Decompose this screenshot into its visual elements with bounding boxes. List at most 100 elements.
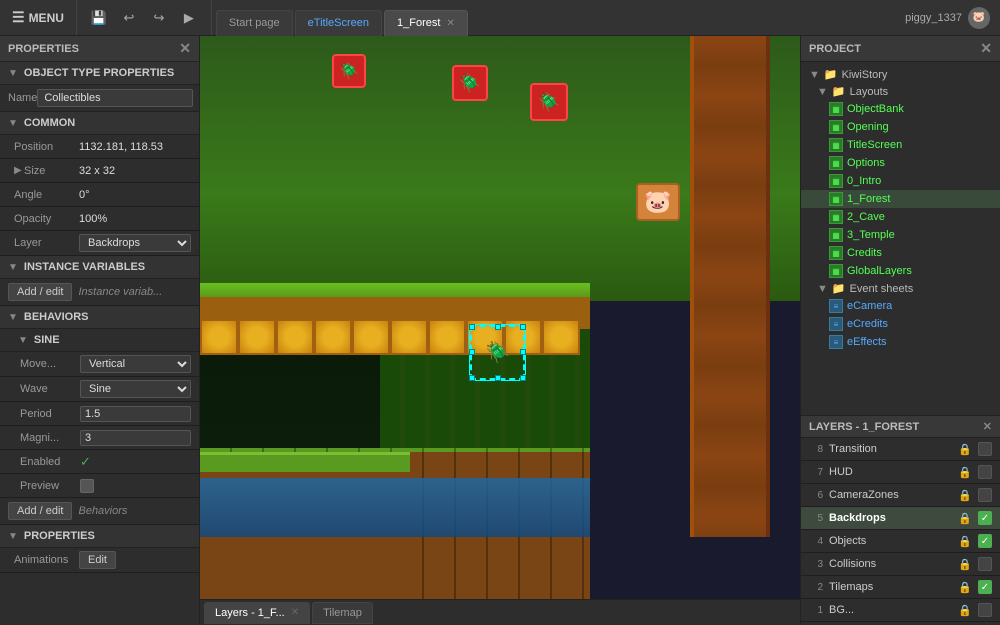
handle-tl[interactable] [469,324,475,330]
tree-eventsheets-folder[interactable]: ▼ 📁 Event sheets [801,280,1000,297]
layers-close[interactable]: ✕ [983,420,992,433]
period-label: Period [20,408,80,420]
tab-layers[interactable]: Layers - 1_F... ✕ [204,602,310,624]
game-view[interactable]: 🪲 🪲 🪲 🐷 🪲 Mouse: (1081.4, 149.5) [200,36,800,625]
tab-1forest[interactable]: 1_Forest ✕ [384,10,468,36]
event-label-ecredits: eCredits [847,318,888,330]
handle-bl[interactable] [469,375,475,381]
layer-row-2[interactable]: 2 Tilemaps 🔒 ✓ [801,576,1000,599]
behaviors-add-button[interactable]: Add / edit [8,502,72,520]
props-arrow: ▼ [8,531,18,542]
tree-layout-options[interactable]: ▦ Options [801,154,1000,172]
enabled-check[interactable]: ✓ [80,454,91,470]
layer-lock-2[interactable]: 🔒 [958,581,972,594]
tree-layout-objectbank[interactable]: ▦ ObjectBank [801,100,1000,118]
menu-button[interactable]: ☰ MENU [0,0,77,35]
section-common[interactable]: ▼ COMMON [0,112,199,135]
main-content: PROPERTIES ✕ ▼ OBJECT TYPE PROPERTIES Na… [0,36,1000,625]
tree-layout-globallayers[interactable]: ▦ GlobalLayers [801,262,1000,280]
period-row: Period [0,402,199,426]
root-folder-icon: 📁 [824,68,838,81]
layer-lock-8[interactable]: 🔒 [958,443,972,456]
tree-layouts-folder[interactable]: ▼ 📁 Layouts [801,83,1000,100]
handle-bc[interactable] [495,375,501,381]
wave-select[interactable]: Sine Triangle [80,380,191,398]
layer-vis-7[interactable] [978,465,992,479]
tab-etitlescreen[interactable]: eTitleScreen [295,10,382,36]
opacity-row: Opacity 100% [0,207,199,231]
layer-lock-4[interactable]: 🔒 [958,535,972,548]
tree-layout-0intro[interactable]: ▦ 0_Intro [801,172,1000,190]
tree-event-ecredits[interactable]: ≡ eCredits [801,315,1000,333]
section-instance[interactable]: ▼ INSTANCE VARIABLES [0,256,199,279]
preview-checkbox[interactable] [80,479,94,493]
layer-row-7[interactable]: 7 HUD 🔒 [801,461,1000,484]
layers-title: LAYERS - 1_FOREST [809,421,919,433]
section-properties-bottom[interactable]: ▼ PROPERTIES [0,525,199,548]
tab-layers-close[interactable]: ✕ [291,607,299,618]
layer-row: Layer Backdrops Objects [0,231,199,256]
bottom-tabs: Layers - 1_F... ✕ Tilemap [200,599,800,625]
tree-root[interactable]: ▼ 📁 KiwiStory [801,66,1000,83]
section-behaviors[interactable]: ▼ BEHAVIORS [0,306,199,329]
user-area: piggy_1337 🐷 [895,7,1000,29]
layer-row-6[interactable]: 6 CameraZones 🔒 [801,484,1000,507]
layer-lock-6[interactable]: 🔒 [958,489,972,502]
handle-br[interactable] [520,375,526,381]
section-sine[interactable]: ▼ SINE [0,329,199,352]
name-row: Name [0,85,199,112]
layer-select[interactable]: Backdrops Objects [79,234,191,252]
edit-button[interactable]: Edit [79,551,116,569]
properties-close[interactable]: ✕ [179,40,191,57]
layer-row-1[interactable]: 1 BG... 🔒 [801,599,1000,622]
section-object-type[interactable]: ▼ OBJECT TYPE PROPERTIES [0,62,199,85]
play-button[interactable]: ▶ [175,5,203,31]
layer-vis-5[interactable]: ✓ [978,511,992,525]
layer-vis-3[interactable] [978,557,992,571]
tree-layout-opening[interactable]: ▦ Opening [801,118,1000,136]
green-platform [200,452,410,472]
handle-tc[interactable] [495,324,501,330]
magni-input[interactable] [80,430,191,446]
tab-forest-close[interactable]: ✕ [446,18,454,29]
tab-start-page[interactable]: Start page [216,10,293,36]
layer-row-8[interactable]: 8 Transition 🔒 [801,438,1000,461]
tree-layout-credits[interactable]: ▦ Credits [801,244,1000,262]
layer-lock-3[interactable]: 🔒 [958,558,972,571]
tree-layout-titlescreen[interactable]: ▦ TitleScreen [801,136,1000,154]
layout-label-options: Options [847,157,885,169]
redo-button[interactable]: ↪ [145,5,173,31]
layer-vis-4[interactable]: ✓ [978,534,992,548]
period-input[interactable] [80,406,191,422]
layer-vis-6[interactable] [978,488,992,502]
tree-event-eeffects[interactable]: ≡ eEffects [801,333,1000,351]
layouts-arrow: ▼ [817,86,828,98]
undo-button[interactable]: ↩ [115,5,143,31]
save-button[interactable]: 💾 [85,5,113,31]
handle-ml[interactable] [469,349,475,355]
layer-lock-5[interactable]: 🔒 [958,512,972,525]
tree-layout-1forest[interactable]: ▦ 1_Forest [801,190,1000,208]
layer-row-4[interactable]: 4 Objects 🔒 ✓ [801,530,1000,553]
layer-row-3[interactable]: 3 Collisions 🔒 [801,553,1000,576]
layer-vis-2[interactable]: ✓ [978,580,992,594]
handle-tr[interactable] [520,324,526,330]
selected-object[interactable]: 🪲 [470,325,525,380]
magni-row: Magni... [0,426,199,450]
project-close[interactable]: ✕ [980,40,992,57]
handle-mr[interactable] [520,349,526,355]
layout-label-titlescreen: TitleScreen [847,139,902,151]
move-select[interactable]: Vertical Horizontal [80,355,191,373]
tab-tilemap[interactable]: Tilemap [312,602,373,624]
layer-row-5[interactable]: 5 Backdrops 🔒 ✓ [801,507,1000,530]
tree-layout-3temple[interactable]: ▦ 3_Temple [801,226,1000,244]
layer-vis-8[interactable] [978,442,992,456]
tree-event-ecamera[interactable]: ≡ eCamera [801,297,1000,315]
name-input[interactable] [37,89,193,107]
instance-add-button[interactable]: Add / edit [8,283,72,301]
tree-layout-2cave[interactable]: ▦ 2_Cave [801,208,1000,226]
layer-lock-7[interactable]: 🔒 [958,466,972,479]
events-label: Event sheets [850,283,914,295]
layer-vis-1[interactable] [978,603,992,617]
layer-lock-1[interactable]: 🔒 [958,604,972,617]
